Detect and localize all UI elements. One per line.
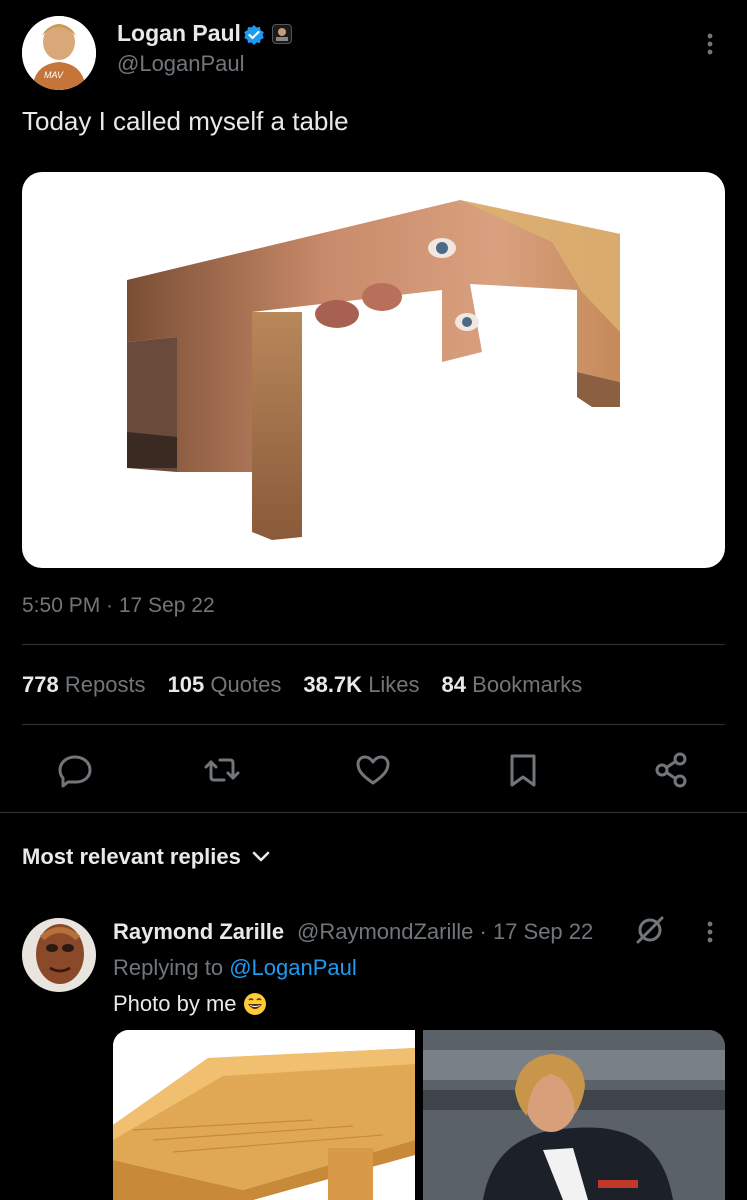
quotes-stat[interactable]: 105 Quotes <box>168 672 282 698</box>
replying-mention-link[interactable]: @LoganPaul <box>229 955 357 980</box>
tweet-text: Today I called myself a table <box>22 106 349 136</box>
divider <box>22 644 725 645</box>
replies-sort-dropdown[interactable]: Most relevant replies <box>22 844 271 870</box>
author-handle[interactable]: @LoganPaul <box>117 51 245 77</box>
share-icon[interactable] <box>652 750 692 790</box>
reply-text-content: Photo by me <box>113 991 237 1016</box>
reposts-count: 778 <box>22 672 59 697</box>
replies-sort-label: Most relevant replies <box>22 844 241 869</box>
author-name[interactable]: Logan Paul <box>117 20 241 47</box>
tweet-media-image[interactable] <box>22 172 725 568</box>
quotes-label: Quotes <box>210 672 282 697</box>
author-avatar[interactable]: MAV <box>22 16 96 90</box>
reply-icon[interactable] <box>55 750 95 790</box>
reply-author-avatar[interactable] <box>22 918 96 992</box>
likes-stat[interactable]: 38.7K Likes <box>303 672 419 698</box>
replying-to: Replying to @LoganPaul <box>113 955 357 981</box>
repost-icon[interactable] <box>202 750 242 790</box>
chevron-down-icon <box>252 851 270 862</box>
verified-badge-icon <box>243 24 265 46</box>
divider <box>0 812 747 813</box>
likes-count: 38.7K <box>303 672 363 697</box>
reposts-label: Reposts <box>64 672 146 697</box>
replying-prefix: Replying to <box>113 955 224 980</box>
more-options-icon[interactable] <box>700 30 720 60</box>
reply-author-meta[interactable]: @RaymondZarille · 17 Sep 22 <box>297 919 593 945</box>
quotes-count: 105 <box>167 672 205 697</box>
reply-text: Photo by me <box>113 991 267 1017</box>
likes-label: Likes <box>368 672 420 697</box>
bookmarks-stat[interactable]: 84 Bookmarks <box>442 672 583 698</box>
reply-media-table-image[interactable] <box>113 1030 415 1200</box>
bookmarks-count: 84 <box>441 672 467 697</box>
tweet-timestamp[interactable]: 5:50 PM · 17 Sep 22 <box>22 594 215 618</box>
reply-author-name[interactable]: Raymond Zarille <box>113 919 284 945</box>
svg-text:MAV: MAV <box>44 70 64 80</box>
reposts-stat[interactable]: 778 Reposts <box>22 672 146 698</box>
laughing-emoji-icon <box>243 993 266 1015</box>
bookmarks-label: Bookmarks <box>472 672 583 697</box>
bookmark-icon[interactable] <box>503 750 543 790</box>
engagement-stats: 778 Reposts 105 Quotes 38.7K Likes 84 Bo… <box>22 672 582 698</box>
grok-icon[interactable] <box>632 912 668 948</box>
reply-more-options-icon[interactable] <box>700 918 720 948</box>
reply-media-photo[interactable] <box>423 1030 725 1200</box>
affiliate-badge-icon[interactable] <box>272 24 292 44</box>
divider <box>22 724 725 725</box>
like-icon[interactable] <box>353 750 393 790</box>
